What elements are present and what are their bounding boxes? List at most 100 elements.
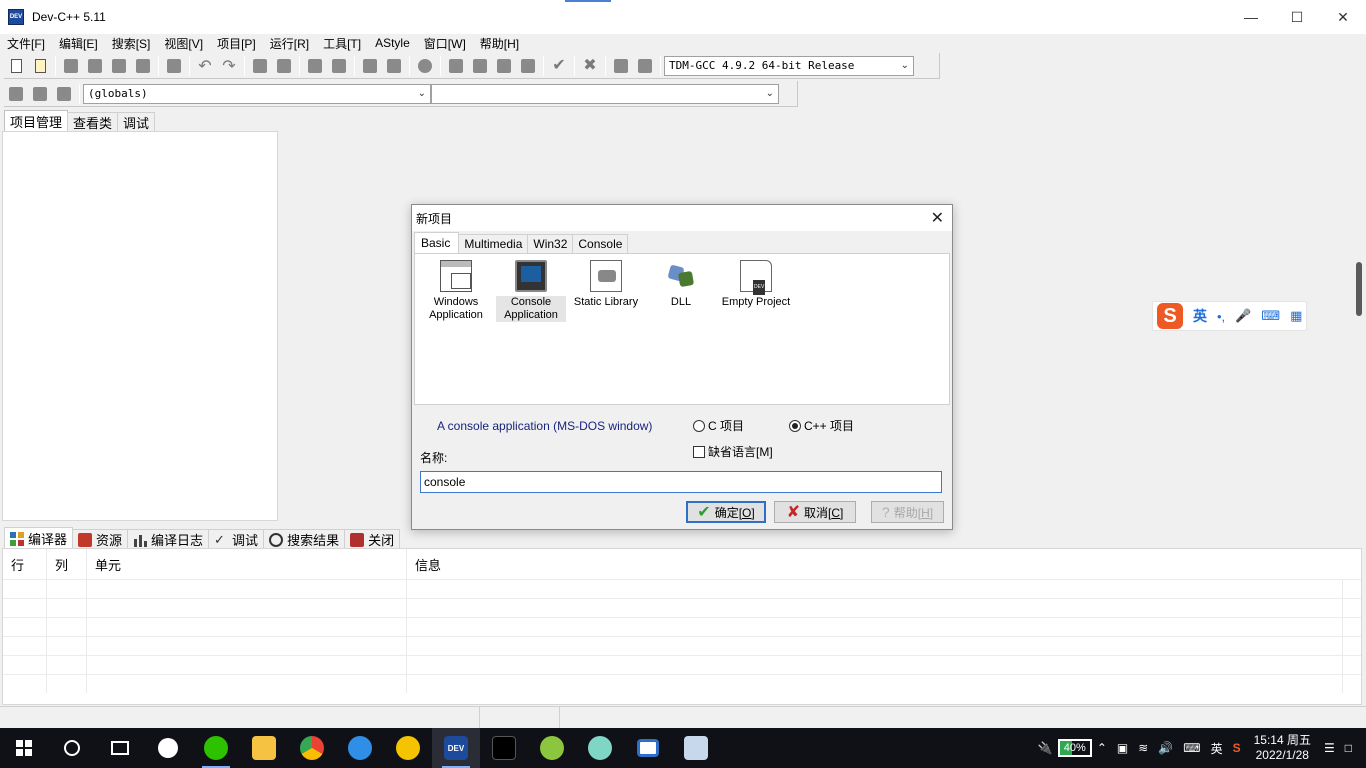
delete-profile-button[interactable] [635,56,655,76]
template-windows-application[interactable]: Windows Application [421,260,491,322]
microphone-icon[interactable]: 🎤 [1235,308,1251,324]
column-col[interactable]: 列 [47,549,87,579]
compile-run-button[interactable] [494,56,514,76]
keyboard-icon[interactable]: ⌨ [1261,308,1280,324]
battery-indicator[interactable]: 40% [1057,739,1092,757]
save-all-button[interactable] [85,56,105,76]
taskbar-app-window[interactable] [624,728,672,768]
tab-console[interactable]: Console [572,234,629,253]
run-button[interactable] [470,56,490,76]
power-plug-icon[interactable]: 🔌 [1033,741,1058,755]
syntax-check-button[interactable]: ✔ [549,56,569,76]
radio-cpp-project[interactable]: C++ 项目 [789,417,854,434]
tab-close[interactable]: 关闭 [344,529,401,549]
close-all-button[interactable] [133,56,153,76]
taskbar-app-fan[interactable] [144,728,192,768]
compile-button[interactable] [446,56,466,76]
radio-c-project[interactable]: C 项目 [693,417,744,434]
chevron-up-icon[interactable]: ⌃ [1092,741,1112,755]
insert-button[interactable] [6,84,26,104]
tab-basic[interactable]: Basic [414,232,460,253]
default-language-checkbox[interactable]: 缺省语言[M] [693,443,773,460]
project-tree[interactable] [2,131,278,521]
taskbar-app-green-plus[interactable] [384,728,432,768]
menu-edit[interactable]: 编辑[E] [52,35,105,52]
taskbar-app-chrome[interactable] [288,728,336,768]
ime-language-indicator[interactable]: 英 [1206,740,1228,757]
find-button[interactable] [250,56,270,76]
column-unit[interactable]: 单元 [87,549,407,579]
taskbar-app-devcpp[interactable]: DEV [432,728,480,768]
tab-resources[interactable]: 资源 [72,529,129,549]
window-scrollbar[interactable] [1356,262,1362,316]
menu-window[interactable]: 窗口[W] [417,35,473,52]
template-dll[interactable]: DLL [646,260,716,309]
project-name-input[interactable] [420,471,942,493]
task-view-button[interactable] [96,728,144,768]
stop-execution-button[interactable]: ✖ [580,56,600,76]
redo-button[interactable]: ↷ [219,56,239,76]
tab-compile-log[interactable]: 编译日志 [127,529,210,549]
tab-debug[interactable]: 调试 [117,112,156,132]
taskbar-app-circle[interactable] [528,728,576,768]
volume-icon[interactable]: 🔊 [1153,741,1178,755]
column-line[interactable]: 行 [3,549,47,579]
taskbar-app-bird[interactable] [480,728,528,768]
sogou-tray-icon[interactable]: S [1228,741,1246,755]
ok-button[interactable]: ✔ 确定[O] [686,501,766,523]
toggle-bookmark-button[interactable] [30,84,50,104]
wifi-icon[interactable]: ≋ [1133,741,1153,755]
menu-astyle[interactable]: AStyle [368,36,417,50]
function-select[interactable]: ⌄ [431,83,779,104]
notes-icon[interactable]: ☰ [1319,741,1340,755]
add-to-project-button[interactable] [360,56,380,76]
close-file-button[interactable] [109,56,129,76]
undo-button[interactable]: ↶ [195,56,215,76]
notification-center-icon[interactable]: □ [1340,741,1366,755]
keyboard-icon[interactable]: ⌨ [1178,741,1205,755]
search-button[interactable] [48,728,96,768]
ime-mode-toggle[interactable]: 英 [1193,306,1207,326]
tab-project-manager[interactable]: 项目管理 [4,110,69,132]
template-console-application[interactable]: Console Application [496,260,566,322]
taskbar-app-remote[interactable] [672,728,720,768]
menu-view[interactable]: 视图[V] [157,35,210,52]
taskbar-app-wechat[interactable] [192,728,240,768]
grid-menu-icon[interactable]: ▦ [1290,308,1302,324]
tab-debug-output[interactable]: ✓ 调试 [208,529,265,549]
menu-help[interactable]: 帮助[H] [473,35,526,52]
dialog-close-button[interactable]: ✕ [931,208,944,228]
tab-class-view[interactable]: 查看类 [67,112,119,132]
tab-win32[interactable]: Win32 [527,234,574,253]
sogou-logo[interactable]: S [1157,303,1183,329]
network-adapter-icon[interactable]: ▣ [1112,741,1133,755]
taskbar-app-sogou-search[interactable] [336,728,384,768]
menu-run[interactable]: 运行[R] [263,35,316,52]
ime-punctuation-toggle[interactable]: •, [1217,309,1225,324]
menu-search[interactable]: 搜索[S] [105,35,158,52]
start-button[interactable] [0,728,48,768]
goto-bookmark-button[interactable] [54,84,74,104]
template-empty-project[interactable]: Empty Project [721,260,791,309]
cancel-button[interactable]: ✘ 取消[C] [774,501,856,523]
minimize-button[interactable]: — [1228,0,1274,34]
save-button[interactable] [61,56,81,76]
remove-from-project-button[interactable] [384,56,404,76]
profile-button[interactable] [611,56,631,76]
close-button[interactable]: ✕ [1320,0,1366,34]
goto-line-button[interactable] [329,56,349,76]
tab-search-results[interactable]: 搜索结果 [263,529,346,549]
compiler-select[interactable]: TDM-GCC 4.9.2 64-bit Release ⌄ [664,55,914,76]
menu-project[interactable]: 项目[P] [210,35,263,52]
scope-select[interactable]: (globals) ⌄ [83,83,431,104]
print-button[interactable] [164,56,184,76]
menu-file[interactable]: 文件[F] [0,35,52,52]
tab-compiler[interactable]: 编译器 [4,527,74,549]
menu-tools[interactable]: 工具[T] [316,35,368,52]
template-static-library[interactable]: Static Library [571,260,641,309]
new-file-button[interactable] [6,56,26,76]
clock[interactable]: 15:14 周五 2022/1/28 [1246,733,1319,763]
find-next-button[interactable] [305,56,325,76]
replace-button[interactable] [274,56,294,76]
project-options-button[interactable] [415,56,435,76]
